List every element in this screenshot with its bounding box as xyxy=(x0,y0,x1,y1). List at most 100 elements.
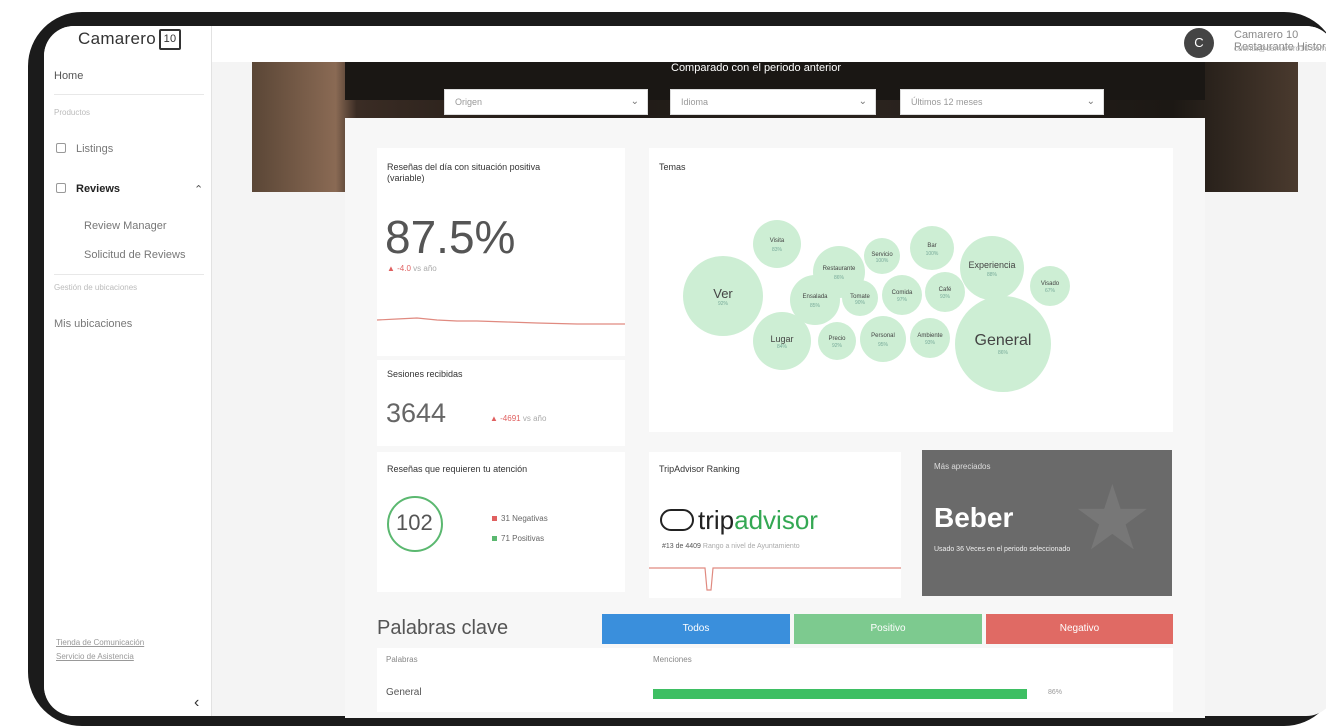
logo-trip: trip xyxy=(698,505,735,535)
chevron-down-icon: ⌄ xyxy=(858,96,867,107)
footer-link-support[interactable]: Servicio de Asistencia xyxy=(56,652,134,661)
reviews-icon xyxy=(56,183,66,193)
card-title: Reseñas que requieren tu atención xyxy=(387,464,528,474)
legend-swatch xyxy=(492,536,497,541)
sidebar-item-review-manager[interactable]: Review Manager xyxy=(84,220,167,232)
topic-bubble-score: 84% xyxy=(776,344,787,351)
topic-bubble[interactable]: Café 93% xyxy=(925,272,965,312)
topic-bubble[interactable]: Lugar 84% xyxy=(753,312,811,370)
topic-bubble-score: 88% xyxy=(986,271,997,278)
sidebar-divider xyxy=(54,274,204,275)
star-icon: ★ xyxy=(1072,469,1153,569)
topic-bubble-label: Visita xyxy=(769,238,785,245)
legend-positive: 71 Positivas xyxy=(492,534,544,543)
logo[interactable]: Camarero 10 xyxy=(78,29,181,51)
collapse-sidebar-icon[interactable]: ‹ xyxy=(194,694,199,712)
topic-bubble-score: 90% xyxy=(854,300,865,307)
satisfaction-sparkline xyxy=(377,317,625,325)
topic-bubble[interactable]: General 86% xyxy=(955,296,1051,392)
logo-advisor: advisor xyxy=(734,505,818,535)
topic-bubble-score: 100% xyxy=(925,250,939,257)
select-value: Idioma xyxy=(681,97,709,107)
sidebar-item-listings[interactable]: Listings xyxy=(56,143,113,155)
topic-bubble[interactable]: Visita 83% xyxy=(753,220,801,268)
topic-bubble[interactable]: Precio 92% xyxy=(818,322,856,360)
tab-positive[interactable]: Positivo xyxy=(794,614,982,644)
most-appreciated-word: Beber xyxy=(934,502,1014,533)
topic-bubble[interactable]: Experiencia 88% xyxy=(960,236,1024,300)
sidebar-item-review-requests[interactable]: Solicitud de Reviews xyxy=(84,249,186,261)
topic-bubble-score: 92% xyxy=(831,343,842,350)
topic-bubble[interactable]: Ver 92% xyxy=(683,256,763,336)
legend-swatch xyxy=(492,516,497,521)
tripadvisor-sparkline xyxy=(649,567,901,591)
sidebar-item-my-locations[interactable]: Mis ubicaciones xyxy=(54,318,132,330)
card-title: TripAdvisor Ranking xyxy=(659,464,740,474)
topic-bubble-label: Restaurante xyxy=(822,265,856,272)
period-select[interactable]: Últimos 12 meses ⌄ xyxy=(900,89,1104,115)
user-email: cuenta@camarero10.com xyxy=(1234,44,1326,53)
topic-bubble[interactable]: Tomate 90% xyxy=(842,280,878,316)
keyword-word[interactable]: General xyxy=(386,687,422,698)
topic-bubble-label: Servicio xyxy=(871,251,893,258)
topic-bubble-label: Bar xyxy=(927,242,937,249)
logo-text: Camarero xyxy=(78,29,156,48)
keywords-table xyxy=(377,648,1173,712)
topic-bubble-label: Experiencia xyxy=(968,260,1016,271)
rank-note: Rango a nivel de Ayuntamiento xyxy=(702,543,800,550)
legend-label: 71 Positivas xyxy=(501,534,545,543)
most-appreciated-card: ★ Más apreciados Beber Usado 36 Veces en… xyxy=(922,450,1172,596)
sessions-delta: ▲ -4691 vs año xyxy=(490,414,547,423)
legend-label: 31 Negativas xyxy=(501,514,548,523)
delta-value: -4691 xyxy=(500,414,521,423)
topic-bubble-score: 86% xyxy=(997,349,1008,356)
compare-title: Comparado con el periodo anterior xyxy=(671,62,841,74)
topic-bubble[interactable]: Ambiente 93% xyxy=(910,318,950,358)
sidebar-item-reviews[interactable]: Reviews xyxy=(56,183,120,195)
sidebar-section-locations: Gestión de ubicaciones xyxy=(54,283,138,292)
origin-select[interactable]: Origen ⌄ xyxy=(444,89,648,115)
listings-icon xyxy=(56,143,66,153)
sidebar-item-label: Listings xyxy=(76,143,114,155)
topic-bubble-label: Lugar xyxy=(770,334,794,345)
chevron-up-icon[interactable]: ⌃ xyxy=(194,183,203,196)
column-header-mentions: Menciones xyxy=(653,655,692,664)
topic-bubble-score: 92% xyxy=(717,300,728,307)
rank-value: #13 de 4409 xyxy=(662,543,701,550)
tripadvisor-owl-icon xyxy=(660,509,694,531)
topic-bubble[interactable]: Visado 67% xyxy=(1030,266,1070,306)
topic-bubble-label: Personal xyxy=(871,333,895,340)
topic-bubble-label: Precio xyxy=(828,336,846,343)
topic-bubble-score: 93% xyxy=(924,340,935,347)
topic-bubble-label: Tomate xyxy=(850,293,870,300)
chevron-down-icon: ⌄ xyxy=(630,96,639,107)
topic-bubble-label: Comida xyxy=(891,290,913,297)
topic-bubble-score: 83% xyxy=(771,246,782,253)
tab-all[interactable]: Todos xyxy=(602,614,790,644)
satisfaction-delta: ▲ -4.0 vs año xyxy=(387,264,437,273)
topic-bubble[interactable]: Bar 100% xyxy=(910,226,954,270)
most-appreciated-description: Usado 36 Veces en el periodo seleccionad… xyxy=(934,546,1071,553)
avatar[interactable]: C xyxy=(1184,28,1214,58)
topic-bubble[interactable]: Servicio 100% xyxy=(864,238,900,274)
topic-bubble-score: 100% xyxy=(875,258,889,265)
topic-bubble-score: 85% xyxy=(809,303,820,309)
sidebar-section-products: Productos xyxy=(54,108,91,117)
delta-value: -4.0 xyxy=(397,264,411,273)
topic-bubble[interactable]: Personal 95% xyxy=(860,316,906,362)
attention-value: 102 xyxy=(396,510,433,535)
topic-bubble-label: Ambiente xyxy=(917,333,943,340)
footer-link-shop[interactable]: Tienda de Comunicación xyxy=(56,638,144,647)
delta-note: vs año xyxy=(522,414,547,423)
topic-bubble-label: Café xyxy=(938,287,952,294)
top-bar: C Camarero 10 Restaurante Historia cuent… xyxy=(212,26,1326,62)
sidebar-item-home[interactable]: Home xyxy=(54,70,83,82)
language-select[interactable]: Idioma ⌄ xyxy=(670,89,876,115)
tab-negative[interactable]: Negativo xyxy=(986,614,1173,644)
sidebar: Camarero 10 Home Productos Listings Revie… xyxy=(44,26,212,716)
card-title: Más apreciados xyxy=(934,462,991,471)
card-title: Temas xyxy=(659,162,686,172)
tripadvisor-rank: #13 de 4409 Rango a nivel de Ayuntamient… xyxy=(662,543,800,550)
topic-bubble-label: Ensalada xyxy=(802,294,828,300)
topic-bubble[interactable]: Comida 97% xyxy=(882,275,922,315)
